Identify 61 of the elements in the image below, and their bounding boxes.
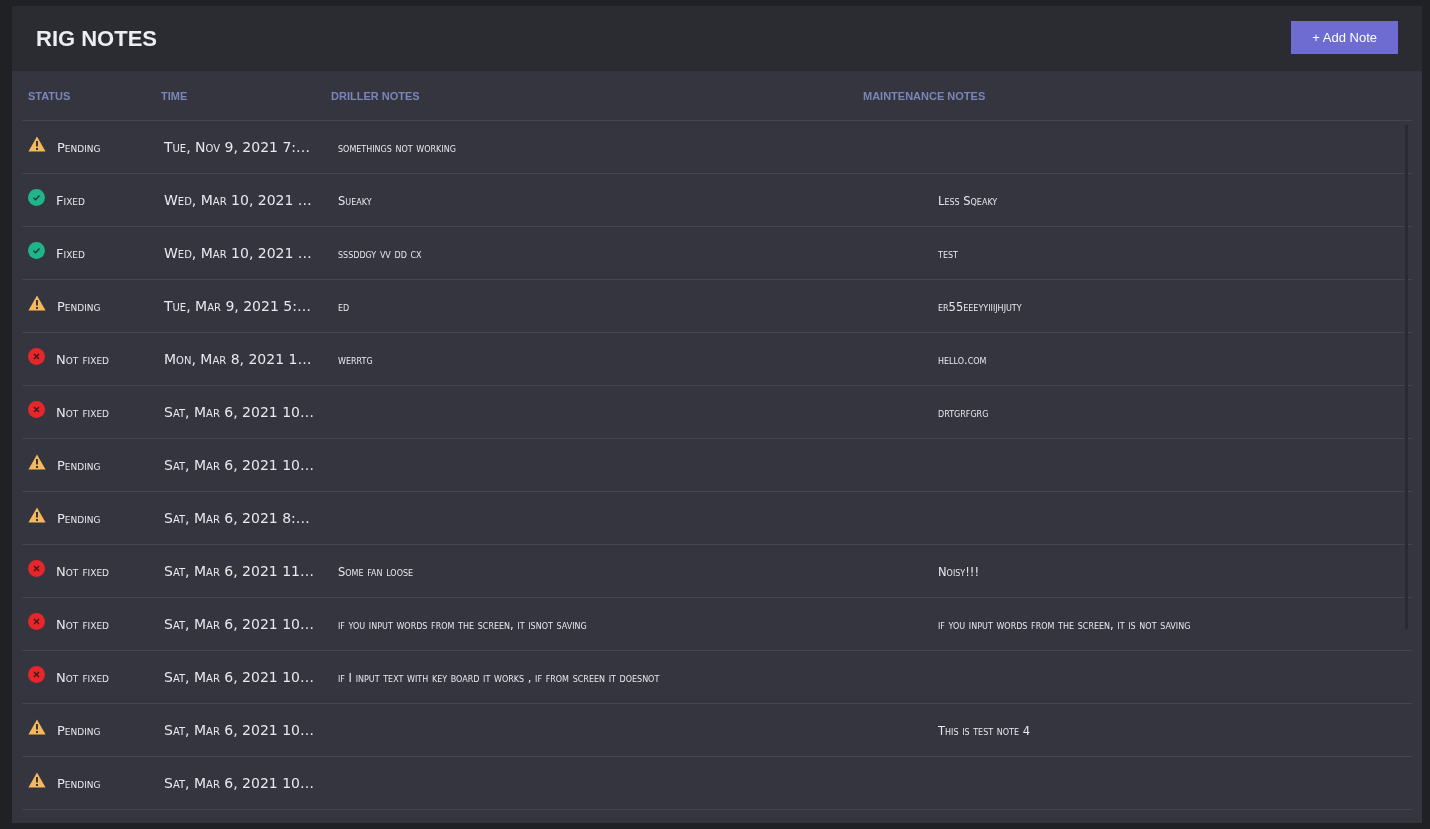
warning-icon [28, 136, 46, 152]
warning-icon [28, 454, 46, 470]
status-label: Fixed [56, 192, 85, 208]
status-label: Pending [57, 457, 101, 473]
maintenance-note: er55eeeyyiiijhjuty [937, 300, 1022, 314]
status-label: Fixed [56, 245, 85, 261]
status-label: Pending [57, 139, 101, 155]
error-circle-icon [28, 665, 45, 683]
maintenance-note: drtgrfgrg [937, 406, 989, 420]
status-label: Not fixed [56, 669, 110, 685]
status-label: Pending [57, 298, 101, 314]
time-cell-text: Wed, Mar 10, 2021 … [163, 245, 313, 261]
driller-note: Some fan loose [337, 565, 414, 579]
driller-note: if I input text with key board it works , if from screen it doesnot [337, 671, 660, 685]
error-circle-icon [28, 612, 45, 630]
time-cell-text: Wed, Mar 10, 2021 … [163, 192, 313, 208]
add-note-button[interactable]: + Add Note [1291, 21, 1398, 54]
page-title: RIG NOTES [36, 25, 157, 52]
driller-note: if you input words from the screen, it isnot saving [337, 618, 587, 632]
column-header: DRILLER NOTES [330, 89, 421, 102]
driller-note: somethings not working [337, 141, 456, 155]
time-cell-text: Sat, Mar 6, 2021 11… [163, 563, 315, 579]
error-circle-icon [28, 559, 45, 577]
column-header: TIME [160, 89, 189, 102]
status-label: Not fixed [56, 351, 110, 367]
time-cell-text: Sat, Mar 6, 2021 10… [163, 722, 315, 738]
status-label: Pending [57, 775, 101, 791]
driller-note: sssddgy vv dd cx [337, 247, 422, 261]
maintenance-note: This is test note 4 [937, 724, 1030, 738]
column-header: MAINTENANCE NOTES [862, 89, 987, 102]
maintenance-note: if you input words from the screen, it is not saving [937, 618, 1191, 632]
status-label: Not fixed [56, 616, 110, 632]
maintenance-note: test [937, 247, 958, 261]
time-cell-text: Sat, Mar 6, 2021 10… [163, 404, 315, 420]
driller-note: ed [337, 300, 350, 314]
warning-icon [28, 772, 46, 788]
time-cell-text: Sat, Mar 6, 2021 10… [163, 775, 315, 791]
maintenance-note: Noisy!!! [937, 565, 980, 579]
status-label: Pending [57, 722, 101, 738]
status-label: Not fixed [56, 404, 110, 420]
maintenance-note: hello.com [937, 353, 987, 367]
time-cell-text: Mon, Mar 8, 2021 1… [163, 351, 313, 367]
status-label: Pending [57, 510, 101, 526]
warning-icon [28, 295, 46, 311]
time-cell-text: Sat, Mar 6, 2021 10… [163, 616, 315, 632]
driller-note: Sueaky [337, 194, 372, 208]
time-cell-text: Sat, Mar 6, 2021 8:… [163, 510, 311, 526]
driller-note: werrtg [337, 353, 373, 367]
check-circle-icon [28, 241, 45, 259]
error-circle-icon [28, 347, 45, 365]
column-header: STATUS [27, 89, 72, 102]
error-circle-icon [28, 400, 45, 418]
warning-icon [28, 719, 46, 735]
time-cell-text: Tue, Mar 9, 2021 5:… [163, 298, 312, 314]
time-cell-text: Sat, Mar 6, 2021 10… [163, 457, 315, 473]
time-cell-text: Tue, Nov 9, 2021 7:… [163, 139, 312, 155]
check-circle-icon [28, 188, 45, 206]
warning-icon [28, 507, 46, 523]
maintenance-note: Less Sqeaky [937, 194, 998, 208]
status-label: Not fixed [56, 563, 110, 579]
time-cell-text: Sat, Mar 6, 2021 10… [163, 669, 315, 685]
